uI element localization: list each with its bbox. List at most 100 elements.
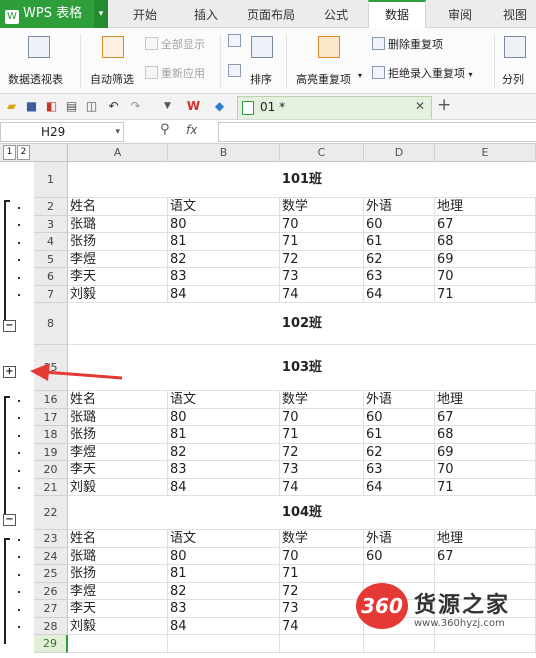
- table-cell[interactable]: 张扬: [68, 233, 168, 251]
- sort-button[interactable]: 排序: [248, 34, 278, 86]
- table-cell[interactable]: 73: [280, 268, 364, 286]
- table-cell[interactable]: 张璐: [68, 408, 168, 426]
- table-cell[interactable]: [435, 565, 536, 583]
- reject-duplicates-button[interactable]: 拒绝录入重复项 ▾: [372, 65, 473, 81]
- row-header[interactable]: 8: [34, 303, 68, 345]
- table-cell[interactable]: 67: [435, 408, 536, 426]
- table-cell[interactable]: 语文: [168, 198, 280, 216]
- table-cell[interactable]: 74: [280, 617, 364, 635]
- table-cell[interactable]: 81: [168, 233, 280, 251]
- row-header[interactable]: 25: [34, 565, 68, 583]
- row-header[interactable]: 4: [34, 233, 68, 251]
- table-cell[interactable]: 67: [435, 547, 536, 565]
- table-cell[interactable]: 68: [435, 426, 536, 444]
- undo-icon[interactable]: ↶: [106, 99, 121, 114]
- table-cell[interactable]: 82: [168, 582, 280, 600]
- table-cell[interactable]: 60: [364, 408, 435, 426]
- app-menu-button[interactable]: W WPS 表格 ▾: [0, 0, 108, 28]
- tab-home[interactable]: 开始: [118, 0, 172, 28]
- table-cell[interactable]: 李天: [68, 268, 168, 286]
- table-cell[interactable]: 73: [280, 461, 364, 479]
- table-cell[interactable]: 61: [364, 426, 435, 444]
- row-header[interactable]: 20: [34, 461, 68, 479]
- table-cell[interactable]: 数学: [280, 391, 364, 409]
- table-cell[interactable]: 数学: [280, 530, 364, 548]
- row-header[interactable]: 19: [34, 443, 68, 461]
- table-cell[interactable]: 69: [435, 443, 536, 461]
- table-cell[interactable]: 刘毅: [68, 285, 168, 303]
- table-cell[interactable]: 73: [280, 600, 364, 618]
- row-header[interactable]: 28: [34, 617, 68, 635]
- chevron-down-icon[interactable]: ▾: [115, 123, 120, 141]
- row-header[interactable]: 6: [34, 268, 68, 286]
- table-cell[interactable]: 李煜: [68, 582, 168, 600]
- class-title-cell[interactable]: 102班: [68, 303, 536, 345]
- table-cell[interactable]: 张璐: [68, 547, 168, 565]
- export-pdf-icon[interactable]: ◧: [44, 99, 59, 114]
- table-cell[interactable]: 74: [280, 285, 364, 303]
- autofilter-button[interactable]: 自动筛选: [88, 34, 140, 86]
- table-cell[interactable]: 83: [168, 600, 280, 618]
- print-preview-icon[interactable]: ◫: [84, 99, 99, 114]
- table-cell[interactable]: 81: [168, 565, 280, 583]
- reapply-button[interactable]: 重新应用: [145, 65, 205, 81]
- table-cell[interactable]: [280, 635, 364, 653]
- tab-formulas[interactable]: 公式: [310, 0, 362, 28]
- table-cell[interactable]: 70: [280, 547, 364, 565]
- tab-review[interactable]: 审阅: [434, 0, 486, 28]
- table-cell[interactable]: 60: [364, 215, 435, 233]
- table-cell[interactable]: 80: [168, 215, 280, 233]
- table-cell[interactable]: 71: [280, 426, 364, 444]
- table-cell[interactable]: 70: [435, 268, 536, 286]
- row-header[interactable]: 29: [34, 635, 68, 653]
- redo-icon[interactable]: ↷: [128, 99, 143, 114]
- table-cell[interactable]: 外语: [364, 391, 435, 409]
- table-cell[interactable]: 82: [168, 250, 280, 268]
- outline-collapse-button[interactable]: −: [3, 514, 16, 526]
- table-cell[interactable]: 姓名: [68, 530, 168, 548]
- row-header[interactable]: 22: [34, 496, 68, 530]
- table-cell[interactable]: 71: [280, 565, 364, 583]
- table-cell[interactable]: 72: [280, 443, 364, 461]
- row-header[interactable]: 15: [34, 345, 68, 391]
- column-header-a[interactable]: A: [68, 144, 168, 162]
- remove-duplicates-button[interactable]: 删除重复项: [372, 36, 443, 52]
- row-header[interactable]: 5: [34, 250, 68, 268]
- new-tab-button[interactable]: +: [437, 95, 451, 115]
- table-cell[interactable]: 外语: [364, 198, 435, 216]
- sort-descending-button[interactable]: [228, 64, 244, 78]
- tab-data[interactable]: 数据: [368, 0, 426, 29]
- formula-input[interactable]: [218, 122, 536, 142]
- row-header[interactable]: 3: [34, 215, 68, 233]
- customize-toolbar-icon[interactable]: ▼: [160, 99, 175, 114]
- table-cell[interactable]: 63: [364, 268, 435, 286]
- row-header[interactable]: 2: [34, 198, 68, 216]
- table-cell[interactable]: 61: [364, 233, 435, 251]
- class-title-cell[interactable]: 103班: [68, 345, 536, 391]
- table-cell[interactable]: 60: [364, 547, 435, 565]
- table-cell[interactable]: 62: [364, 443, 435, 461]
- table-cell[interactable]: 李煜: [68, 443, 168, 461]
- table-cell[interactable]: 83: [168, 268, 280, 286]
- outline-level-2-button[interactable]: 2: [17, 145, 30, 160]
- select-all-corner[interactable]: [34, 144, 68, 162]
- highlight-duplicates-button[interactable]: 高亮重复项 ▾: [294, 34, 366, 86]
- outline-collapse-button[interactable]: −: [3, 320, 16, 332]
- row-header[interactable]: 1: [34, 162, 68, 198]
- table-cell[interactable]: 72: [280, 582, 364, 600]
- wps-office-icon[interactable]: W: [186, 99, 201, 114]
- table-cell[interactable]: 80: [168, 547, 280, 565]
- class-title-cell[interactable]: 101班: [68, 162, 536, 198]
- table-cell[interactable]: 84: [168, 285, 280, 303]
- column-header-b[interactable]: B: [168, 144, 280, 162]
- table-cell[interactable]: 71: [435, 478, 536, 496]
- table-cell[interactable]: 64: [364, 285, 435, 303]
- table-cell[interactable]: 数学: [280, 198, 364, 216]
- row-header[interactable]: 16: [34, 391, 68, 409]
- outline-level-1-button[interactable]: 1: [3, 145, 16, 160]
- table-cell[interactable]: 地理: [435, 530, 536, 548]
- row-header[interactable]: 27: [34, 600, 68, 618]
- document-tab[interactable]: 01 * ✕: [237, 96, 432, 119]
- table-cell[interactable]: 81: [168, 426, 280, 444]
- table-cell[interactable]: 语文: [168, 530, 280, 548]
